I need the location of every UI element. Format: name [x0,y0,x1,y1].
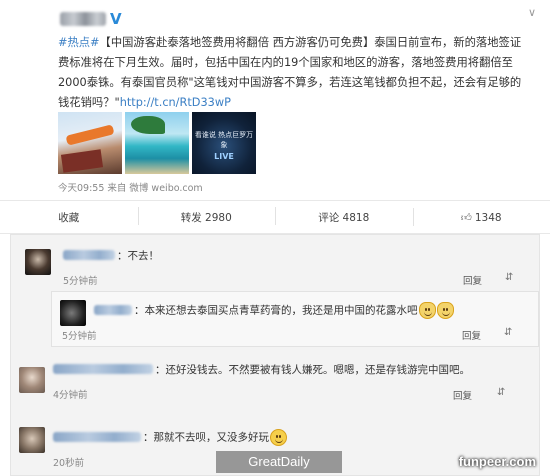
avatar[interactable] [25,249,51,275]
commenter-name-blurred[interactable] [63,250,115,260]
post-author[interactable]: V [60,10,122,28]
comment-text: ：本来还想去泰国买点青草药膏的，我还是用中国的花露水吧 [134,302,454,319]
comment-button[interactable]: 评论 4818 [275,206,413,225]
reply-icon[interactable]: ⇵ [497,387,505,398]
post-short-link[interactable]: http://t.cn/RtD33wP [120,96,231,109]
comment-text: ：不去！ [117,250,159,262]
tech-banner-logo: LIVE [214,152,234,161]
reply-button[interactable]: 回复 [453,388,472,402]
weibo-post: V ∨ #热点#【中国游客赴泰落地签费用将翻倍 西方游客仍可免费】泰国日前宣布，… [48,0,540,200]
smile-emoji-icon [270,429,287,446]
cat-emoji-icon [436,302,454,319]
funpeer-watermark: funpeer.com [458,454,536,469]
reply-button[interactable]: 回复 [463,273,482,287]
tech-banner-image[interactable]: 看谁说 热点巨罗万象 LIVE [192,112,256,174]
comment-item: ：还好没钱去。不然要被有钱人嫌死。嗯嗯，还是存钱游完中国吧。 4分钟前 回复 ⇵ [11,353,539,409]
comment-time: 5分钟前 [63,276,98,287]
passport-plane-image[interactable] [58,112,122,174]
post-action-bar: 收藏 转发 2980 评论 4818 👍︎ 1348 [0,200,550,234]
tropical-beach-image[interactable] [125,112,189,174]
like-button[interactable]: 👍︎ 1348 [412,207,550,226]
commenter-name-blurred[interactable] [53,364,153,374]
post-images: 看谁说 热点巨罗万象 LIVE [58,112,256,174]
like-count: 1348 [474,211,502,224]
verified-icon: V [110,10,122,28]
avatar[interactable] [19,427,45,453]
comments-list: ：不去！ 5分钟前 回复 ⇵ ：本来还想去泰国买点青草药膏的，我还是用中国的花露… [10,234,540,476]
post-text: #热点#【中国游客赴泰落地签费用将翻倍 西方游客仍可免费】泰国日前宣布，新的落地… [58,33,528,113]
favorite-button[interactable]: 收藏 [0,210,138,225]
comment-time: 4分钟前 [53,390,88,401]
comment-time: 20秒前 [53,458,85,469]
repost-button[interactable]: 转发 2980 [137,206,276,225]
comment-text: ：还好没钱去。不然要被有钱人嫌死。嗯嗯，还是存钱游完中国吧。 [155,364,470,376]
reply-icon[interactable]: ⇵ [504,327,512,338]
reply-button[interactable]: 回复 [462,328,481,342]
greatdaily-watermark: GreatDaily [216,451,342,473]
author-name-blurred[interactable] [60,12,106,26]
avatar[interactable] [60,300,86,326]
post-menu-chevron-icon[interactable]: ∨ [528,6,536,19]
hashtag-link[interactable]: #热点# [58,36,100,49]
reply-icon[interactable]: ⇵ [505,272,513,283]
comment-item: ：不去！ 5分钟前 回复 ⇵ [11,235,539,291]
comment-item: ：本来还想去泰国买点青草药膏的，我还是用中国的花露水吧 5分钟前 回复 ⇵ [51,291,539,347]
post-meta: 今天09:55 来自 微博 weibo.com [58,183,203,194]
commenter-name-blurred[interactable] [53,432,141,442]
comment-text: ：那就不去呗，又没多好玩 [143,429,287,446]
avatar[interactable] [19,367,45,393]
tech-banner-text: 看谁说 热点巨罗万象 [194,131,254,149]
cat-emoji-icon [418,302,436,319]
thumb-up-icon: 👍︎ [460,211,472,224]
comment-time: 5分钟前 [62,331,97,342]
commenter-name-blurred[interactable] [94,305,132,315]
